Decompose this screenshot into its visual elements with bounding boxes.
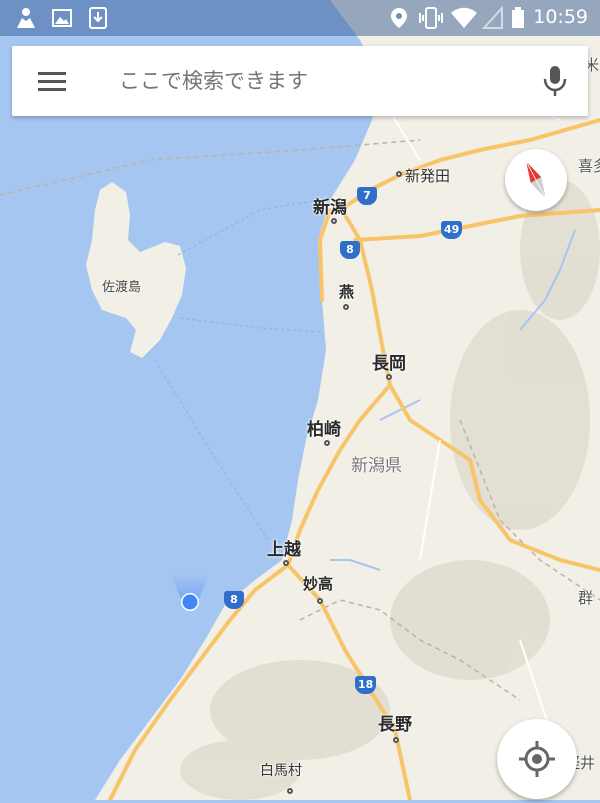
city-label-tsubame: 燕: [339, 283, 355, 301]
nagano-dot: [393, 737, 399, 743]
battery-icon: [510, 6, 526, 34]
no-signal-icon: [481, 5, 504, 34]
image-icon: [50, 6, 74, 34]
city-label-nagano: 長野: [378, 715, 412, 735]
compass-button[interactable]: [505, 149, 567, 211]
vibrate-icon: [416, 6, 446, 34]
microphone-icon: [543, 66, 567, 96]
my-location-button[interactable]: [497, 719, 577, 799]
hamburger-menu-icon-line-3: [38, 88, 66, 91]
tsubame-dot: [343, 304, 349, 310]
person-icon: [14, 6, 38, 34]
map-view[interactable]: 新潟 新発田 燕 長岡 柏崎 上越 妙高 長野 白馬村 佐渡島 新潟県 喜多 群…: [0, 0, 600, 800]
wifi-icon: [450, 6, 478, 34]
location-dot-icon: [170, 573, 210, 611]
city-label-myoko: 妙高: [303, 575, 334, 593]
route-shield-8-south: 8: [224, 591, 244, 609]
myoko-dot: [317, 598, 323, 604]
city-label-niigata: 新潟: [313, 198, 347, 218]
map-canvas: [0, 0, 600, 800]
compass-icon: [525, 161, 547, 199]
kashiwazaki-dot: [324, 440, 330, 446]
island-label-sado: 佐渡島: [102, 280, 142, 295]
voice-search-button[interactable]: [540, 64, 570, 98]
edge-label-gun: 群: [578, 589, 594, 607]
hamburger-menu-icon-line-2: [38, 80, 66, 83]
current-location-marker[interactable]: [165, 565, 215, 613]
prefecture-label-niigata: 新潟県: [351, 456, 402, 476]
city-label-joetsu: 上越: [267, 540, 301, 560]
nagaoka-dot: [386, 374, 392, 380]
download-icon: [86, 6, 110, 34]
status-time: 10:59: [533, 6, 588, 28]
niigata-dot: [331, 218, 337, 224]
menu-button[interactable]: [34, 66, 70, 96]
city-label-kashiwazaki: 柏崎: [307, 420, 341, 440]
route-shield-7: 7: [357, 187, 377, 205]
location-pin-icon: [388, 6, 410, 34]
route-shield-49: 49: [441, 221, 463, 239]
edge-label-kita: 喜多: [578, 157, 600, 175]
route-shield-8-north: 8: [340, 241, 360, 259]
hakuba-dot: [287, 788, 293, 794]
status-bar: 10:59: [0, 0, 600, 36]
city-label-hakuba: 白馬村: [260, 763, 302, 779]
city-label-nagaoka: 長岡: [372, 354, 406, 374]
hamburger-menu-icon-line-1: [38, 72, 66, 75]
joetsu-dot: [283, 560, 289, 566]
search-bar: [12, 46, 588, 116]
my-location-icon: [519, 741, 555, 777]
shibata-dot: [396, 171, 402, 177]
city-label-shibata: 新発田: [405, 167, 451, 185]
route-shield-18: 18: [355, 676, 377, 694]
search-input[interactable]: [117, 60, 511, 102]
